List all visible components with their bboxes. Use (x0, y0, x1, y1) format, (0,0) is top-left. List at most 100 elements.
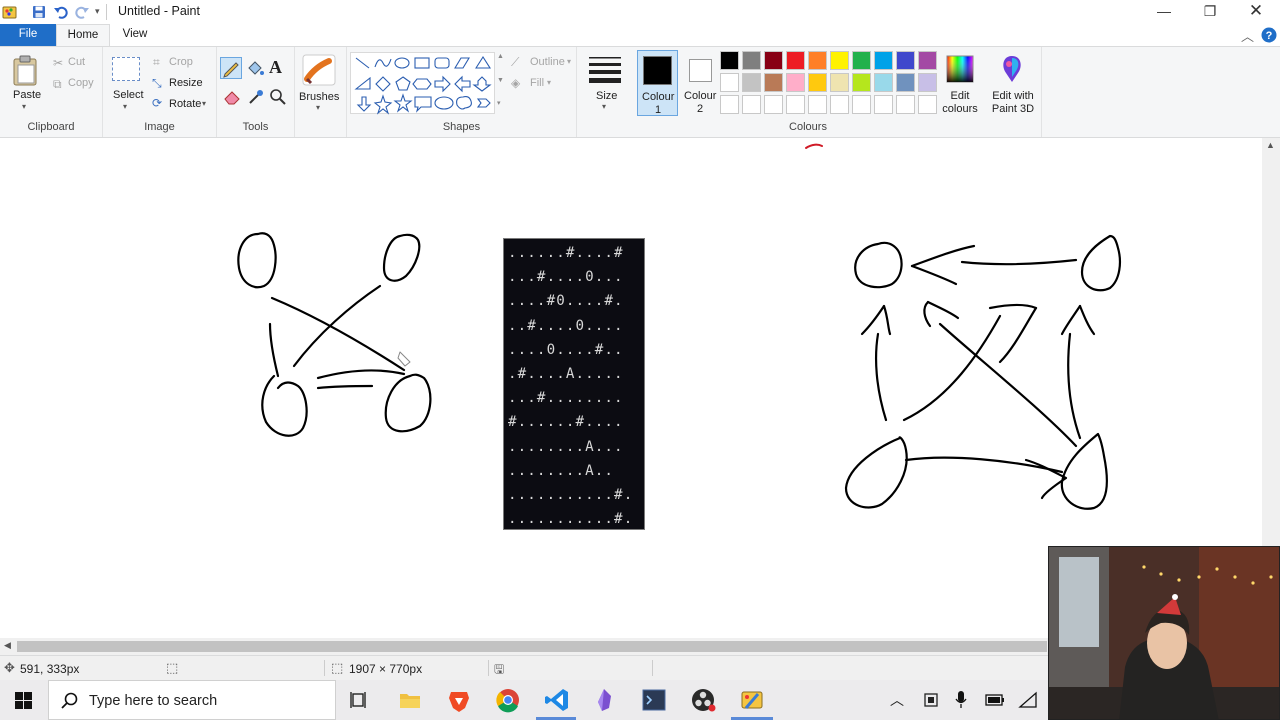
obs-icon[interactable] (685, 686, 721, 714)
fill-label[interactable]: Fill (530, 77, 544, 89)
windows-start-icon[interactable] (15, 692, 32, 709)
palette-swatch[interactable] (874, 73, 893, 92)
restore-icon[interactable]: ❐ (1187, 0, 1233, 24)
paint3d-icon[interactable] (999, 54, 1025, 84)
task-view-icon[interactable] (342, 686, 378, 714)
quick-access-dropdown-icon[interactable]: ▾ (95, 6, 100, 17)
paste-icon[interactable] (12, 55, 40, 87)
text-tool-icon[interactable]: A (269, 57, 282, 78)
minimize-icon[interactable]: — (1141, 0, 1187, 24)
file-explorer-icon[interactable] (392, 686, 428, 714)
copy-label[interactable]: Copy (68, 77, 94, 89)
colour1-button[interactable]: Colour 1 (637, 50, 678, 116)
tab-view[interactable]: View (112, 24, 158, 46)
edit-paint3d-label[interactable]: Edit with Paint 3D (985, 90, 1041, 116)
obsidian-icon[interactable] (587, 686, 623, 714)
pencil-tool-button[interactable] (220, 57, 242, 79)
rotate-dropdown-icon[interactable]: ▾ (202, 99, 206, 108)
terminal-app-icon[interactable] (636, 686, 672, 714)
size-icon[interactable] (589, 55, 621, 83)
palette-swatch[interactable] (786, 95, 805, 114)
paste-dropdown-icon[interactable]: ▾ (22, 102, 26, 111)
brave-browser-icon[interactable] (441, 686, 477, 714)
tab-home[interactable]: Home (56, 24, 110, 46)
select-dropdown-icon[interactable]: ▾ (123, 102, 127, 111)
palette-swatch[interactable] (808, 51, 827, 70)
paint-icon[interactable] (734, 686, 770, 714)
select-label[interactable]: Select (113, 89, 144, 101)
palette-swatch[interactable] (874, 51, 893, 70)
palette-swatch[interactable] (742, 51, 761, 70)
shapes-gallery[interactable] (350, 52, 495, 115)
palette-swatch[interactable] (918, 51, 937, 70)
brushes-icon[interactable] (301, 53, 337, 87)
palette-swatch[interactable] (918, 73, 937, 92)
palette-swatch[interactable] (896, 73, 915, 92)
scroll-left-icon[interactable]: ◀ (4, 640, 11, 651)
palette-swatch[interactable] (808, 73, 827, 92)
paste-label[interactable]: Paste (13, 89, 41, 101)
palette-swatch[interactable] (764, 73, 783, 92)
palette-swatch[interactable] (786, 51, 805, 70)
colour2-button[interactable]: Colour 2 (680, 50, 721, 116)
redo-icon[interactable] (74, 4, 90, 20)
edit-colours-icon[interactable] (946, 55, 974, 83)
color-picker-icon[interactable] (247, 88, 265, 106)
help-icon[interactable]: ? (1261, 27, 1277, 43)
fill-bucket-icon[interactable] (246, 59, 264, 77)
palette-swatch[interactable] (830, 73, 849, 92)
palette-swatch[interactable] (720, 73, 739, 92)
edit-colours-label[interactable]: Edit colours (941, 90, 979, 116)
collapse-ribbon-icon[interactable]: ︿ (1241, 26, 1254, 45)
tab-file[interactable]: File (0, 24, 56, 46)
microphone-icon[interactable] (955, 690, 967, 710)
horizontal-scroll-thumb[interactable] (17, 641, 1047, 652)
size-dropdown-icon[interactable]: ▾ (602, 102, 606, 111)
palette-swatch[interactable] (786, 73, 805, 92)
save-icon[interactable] (32, 5, 46, 19)
scroll-up-icon[interactable]: ▲ (1266, 140, 1275, 150)
paint-app-icon[interactable] (2, 4, 18, 20)
chrome-icon[interactable] (490, 686, 526, 714)
palette-swatch[interactable] (918, 95, 937, 114)
size-label[interactable]: Size (596, 90, 617, 102)
wifi-icon[interactable] (1018, 691, 1038, 709)
cut-label[interactable]: Cut (68, 56, 85, 68)
palette-swatch[interactable] (742, 95, 761, 114)
resize-label[interactable]: Resize (169, 77, 203, 89)
crop-label[interactable]: Crop (169, 56, 193, 68)
eraser-icon[interactable] (223, 89, 241, 105)
palette-swatch[interactable] (808, 95, 827, 114)
fill-dropdown-icon[interactable]: ▾ (547, 78, 551, 87)
vscode-icon[interactable] (539, 686, 575, 714)
shapes-expand-icon[interactable]: ▾ (497, 99, 501, 107)
palette-swatch[interactable] (764, 51, 783, 70)
palette-swatch[interactable] (830, 95, 849, 114)
shapes-scroll-up-icon[interactable]: ▲ (497, 53, 504, 60)
palette-swatch[interactable] (896, 51, 915, 70)
close-icon[interactable]: ✕ (1233, 0, 1279, 24)
select-icon[interactable] (112, 57, 140, 81)
outline-dropdown-icon[interactable]: ▾ (567, 57, 571, 66)
palette-swatch[interactable] (720, 95, 739, 114)
palette-swatch[interactable] (742, 73, 761, 92)
palette-swatch[interactable] (896, 95, 915, 114)
palette-swatch[interactable] (764, 95, 783, 114)
palette-swatch[interactable] (852, 73, 871, 92)
tray-app-icon[interactable] (922, 692, 940, 708)
battery-icon[interactable] (985, 693, 1005, 707)
outline-label[interactable]: Outline (530, 56, 565, 68)
brushes-dropdown-icon[interactable]: ▾ (316, 103, 320, 112)
palette-swatch[interactable] (720, 51, 739, 70)
undo-icon[interactable] (53, 4, 69, 20)
palette-swatch[interactable] (874, 95, 893, 114)
palette-swatch[interactable] (852, 51, 871, 70)
rotate-label[interactable]: Rotate (169, 98, 201, 110)
shapes-scroll-down-icon[interactable]: ▼ (497, 77, 504, 84)
palette-swatch[interactable] (852, 95, 871, 114)
taskbar-search[interactable]: Type here to search (48, 680, 336, 720)
magnifier-icon[interactable] (269, 88, 287, 106)
palette-swatch[interactable] (830, 51, 849, 70)
brushes-label[interactable]: Brushes (299, 91, 339, 103)
chevron-up-icon[interactable]: ︿ (890, 690, 904, 710)
